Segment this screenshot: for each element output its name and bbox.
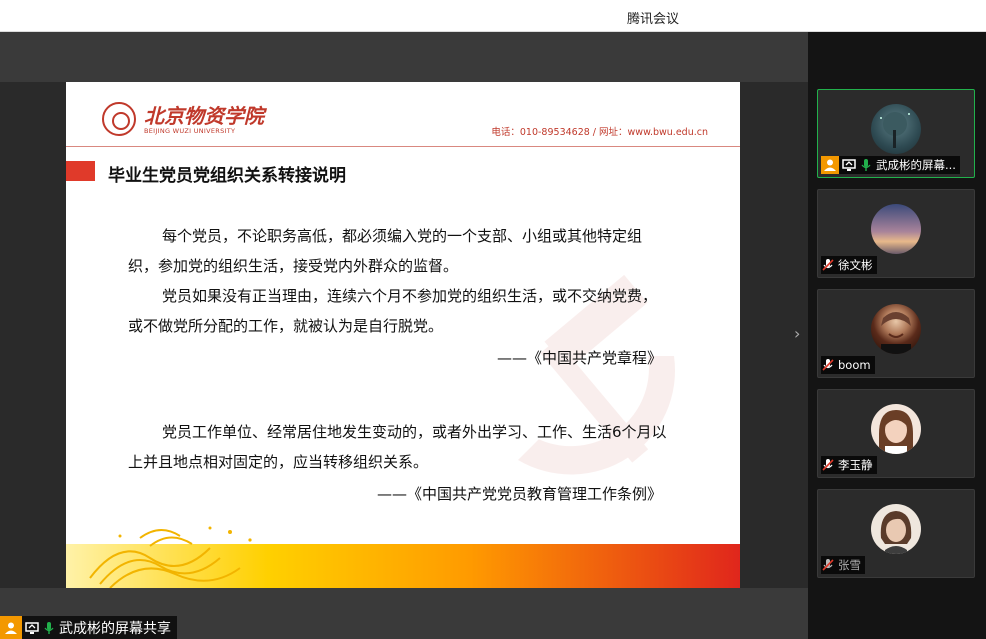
microphone-icon (861, 159, 871, 171)
participant-name: boom (838, 358, 871, 372)
avatar (871, 504, 921, 554)
participant-tile[interactable]: 李玉静 (817, 389, 975, 478)
stage-top-band (0, 32, 808, 82)
participant-name-tag: 徐文彬 (821, 256, 877, 274)
slide-heading: 毕业生党员党组织关系转接说明 (108, 166, 346, 186)
host-icon (821, 156, 839, 174)
screen-share-label: 武成彬的屏幕共享 (0, 616, 177, 639)
participant-name: 武成彬的屏幕... (876, 158, 956, 172)
quote-source-2: ——《中国共产党党员教育管理工作条例》 (376, 485, 662, 503)
screen-share-icon (842, 159, 856, 171)
paragraph-1: 每个党员，不论职务高低，都必须编入党的一个支部、小组或其他特定组织，参加党的组织… (128, 227, 643, 275)
paragraph-3: 党员工作单位、经常居住地发生变动的，或者外出学习、工作、生活6个月以上并且地点相… (128, 423, 667, 471)
participant-name: 张雪 (838, 558, 861, 572)
quote-source-1: ——《中国共产党章程》 (496, 349, 662, 367)
microphone-muted-icon (822, 359, 834, 371)
screen-share-owner: 武成彬的屏幕共享 (59, 620, 171, 637)
participant-tile[interactable]: boom (817, 289, 975, 378)
avatar (871, 204, 921, 254)
logo-english-name: BEIJING WUZI UNIVERSITY (144, 127, 236, 135)
heading-marker (66, 161, 95, 181)
logo-chinese-name: 北京物资学院 (144, 104, 264, 128)
participant-name-tag: 武成彬的屏幕... (821, 156, 960, 174)
participant-name: 李玉静 (838, 458, 873, 472)
wave-decoration-icon (89, 526, 252, 588)
presentation-slide: 北京物资学院 BEIJING WUZI UNIVERSITY 电话：010-89… (66, 82, 740, 588)
contact-info: 电话：010-89534628 / 网址：www.bwu.edu.cn (491, 127, 708, 138)
shared-screen-area: 北京物资学院 BEIJING WUZI UNIVERSITY 电话：010-89… (0, 32, 808, 639)
collapse-panel-chevron-icon[interactable]: › (794, 324, 800, 343)
paragraph-2: 党员如果没有正当理由，连续六个月不参加党的组织生活，或不交纳党费，或不做党所分配… (128, 287, 658, 335)
microphone-icon (44, 621, 54, 634)
participant-sidebar: 武成彬的屏幕... 徐文彬 boom 李玉静 张雪 (808, 32, 986, 639)
participant-tile[interactable]: 武成彬的屏幕... (817, 89, 975, 178)
participant-tile[interactable]: 徐文彬 (817, 189, 975, 278)
host-icon (0, 616, 22, 639)
title-bar: 腾讯会议 (0, 0, 986, 32)
avatar (871, 404, 921, 454)
participant-name: 徐文彬 (838, 258, 873, 272)
screen-share-icon (25, 621, 39, 634)
avatar (871, 104, 921, 154)
participant-name-tag: 张雪 (821, 556, 865, 574)
header-divider (66, 146, 740, 147)
participant-name-tag: 李玉静 (821, 456, 877, 474)
microphone-muted-icon (822, 459, 834, 471)
university-logo: 北京物资学院 BEIJING WUZI UNIVERSITY (102, 102, 264, 142)
window-title: 腾讯会议 (626, 12, 679, 27)
avatar (871, 304, 921, 354)
microphone-muted-icon (822, 559, 834, 571)
university-seal-icon (102, 102, 136, 136)
participant-name-tag: boom (821, 356, 875, 374)
participant-tile[interactable]: 张雪 (817, 489, 975, 578)
microphone-muted-icon (822, 259, 834, 271)
